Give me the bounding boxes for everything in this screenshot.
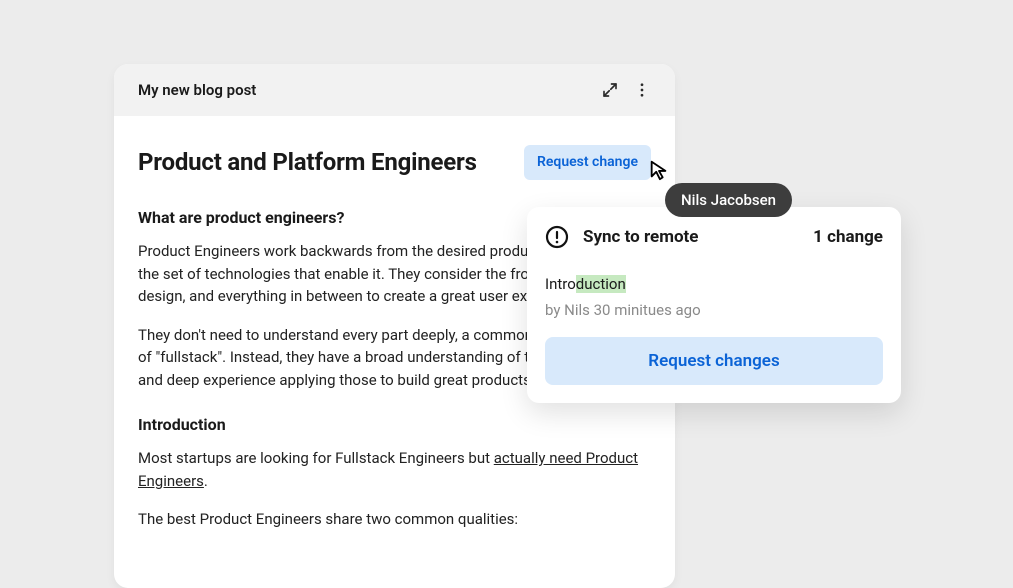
more-icon[interactable] bbox=[629, 77, 655, 103]
change-count: 1 change bbox=[813, 227, 883, 247]
user-name-pill: Nils Jacobsen bbox=[665, 183, 792, 217]
request-change-chip[interactable]: Request change bbox=[524, 145, 651, 180]
changed-word: Introduction bbox=[545, 275, 883, 293]
paragraph: Most startups are looking for Fullstack … bbox=[138, 447, 651, 492]
doc-title: Product and Platform Engineers bbox=[138, 144, 514, 180]
expand-icon[interactable] bbox=[597, 77, 623, 103]
alert-icon bbox=[545, 225, 569, 249]
window-title: My new blog post bbox=[138, 81, 256, 99]
cursor-icon bbox=[648, 159, 670, 181]
editor-header: My new blog post bbox=[114, 64, 675, 116]
change-byline: by Nils 30 minitues ago bbox=[545, 301, 883, 319]
highlight: duction bbox=[576, 275, 626, 293]
text: Intro bbox=[545, 275, 576, 293]
request-changes-button[interactable]: Request changes bbox=[545, 337, 883, 385]
text: . bbox=[204, 472, 208, 490]
sync-popover: Sync to remote 1 change Introduction by … bbox=[527, 207, 901, 403]
text: Most startups are looking for Fullstack … bbox=[138, 449, 494, 467]
paragraph: The best Product Engineers share two com… bbox=[138, 508, 651, 531]
section-heading: Introduction bbox=[138, 413, 651, 437]
popover-title: Sync to remote bbox=[583, 227, 699, 247]
